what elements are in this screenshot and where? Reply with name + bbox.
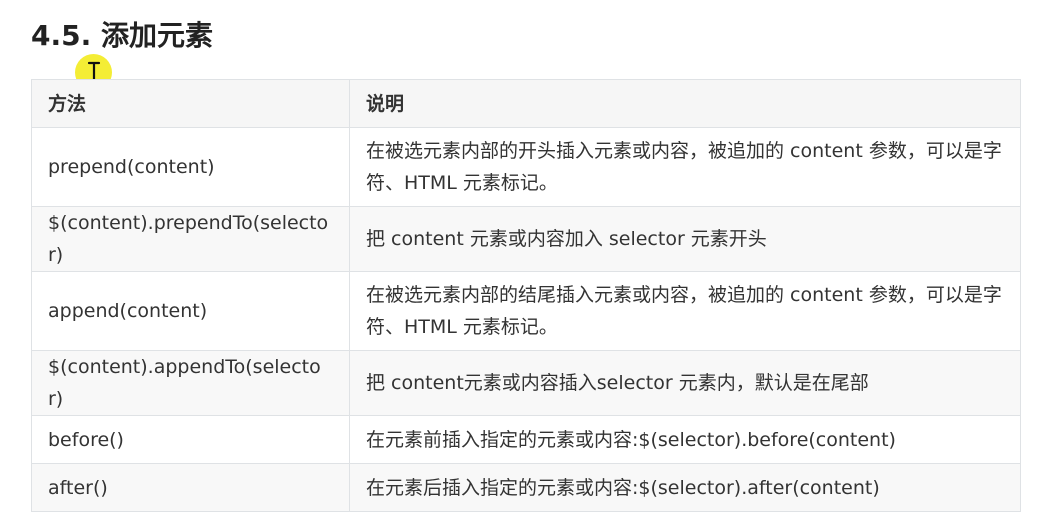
description-cell: 在被选元素内部的开头插入元素或内容，被追加的 content 参数，可以是字符、… xyxy=(349,127,1021,207)
table-row: $(content).appendTo(selector) 把 content元… xyxy=(31,350,1021,416)
column-header-description: 说明 xyxy=(349,79,1021,128)
description-cell: 在被选元素内部的结尾插入元素或内容，被追加的 content 参数，可以是字符、… xyxy=(349,271,1021,351)
description-cell: 在元素前插入指定的元素或内容:$(selector).before(conten… xyxy=(349,415,1021,464)
method-cell: prepend(content) xyxy=(31,127,350,207)
methods-table: 方法 说明 prepend(content) 在被选元素内部的开头插入元素或内容… xyxy=(31,79,1021,512)
method-cell: before() xyxy=(31,415,350,464)
method-cell: $(content).prependTo(selector) xyxy=(31,206,350,272)
section-heading: 4.5. 添加元素 xyxy=(31,19,213,52)
table-row: before() 在元素前插入指定的元素或内容:$(selector).befo… xyxy=(31,415,1021,464)
table-row: after() 在元素后插入指定的元素或内容:$(selector).after… xyxy=(31,463,1021,512)
table-row: $(content).prependTo(selector) 把 content… xyxy=(31,206,1021,272)
table-row: append(content) 在被选元素内部的结尾插入元素或内容，被追加的 c… xyxy=(31,271,1021,351)
method-cell: after() xyxy=(31,463,350,512)
method-cell: $(content).appendTo(selector) xyxy=(31,350,350,416)
description-cell: 在元素后插入指定的元素或内容:$(selector).after(content… xyxy=(349,463,1021,512)
column-header-method: 方法 xyxy=(31,79,350,128)
description-cell: 把 content 元素或内容加入 selector 元素开头 xyxy=(349,206,1021,272)
table-row: prepend(content) 在被选元素内部的开头插入元素或内容，被追加的 … xyxy=(31,127,1021,207)
method-cell: append(content) xyxy=(31,271,350,351)
description-cell: 把 content元素或内容插入selector 元素内，默认是在尾部 xyxy=(349,350,1021,416)
table-header-row: 方法 说明 xyxy=(31,79,1021,128)
